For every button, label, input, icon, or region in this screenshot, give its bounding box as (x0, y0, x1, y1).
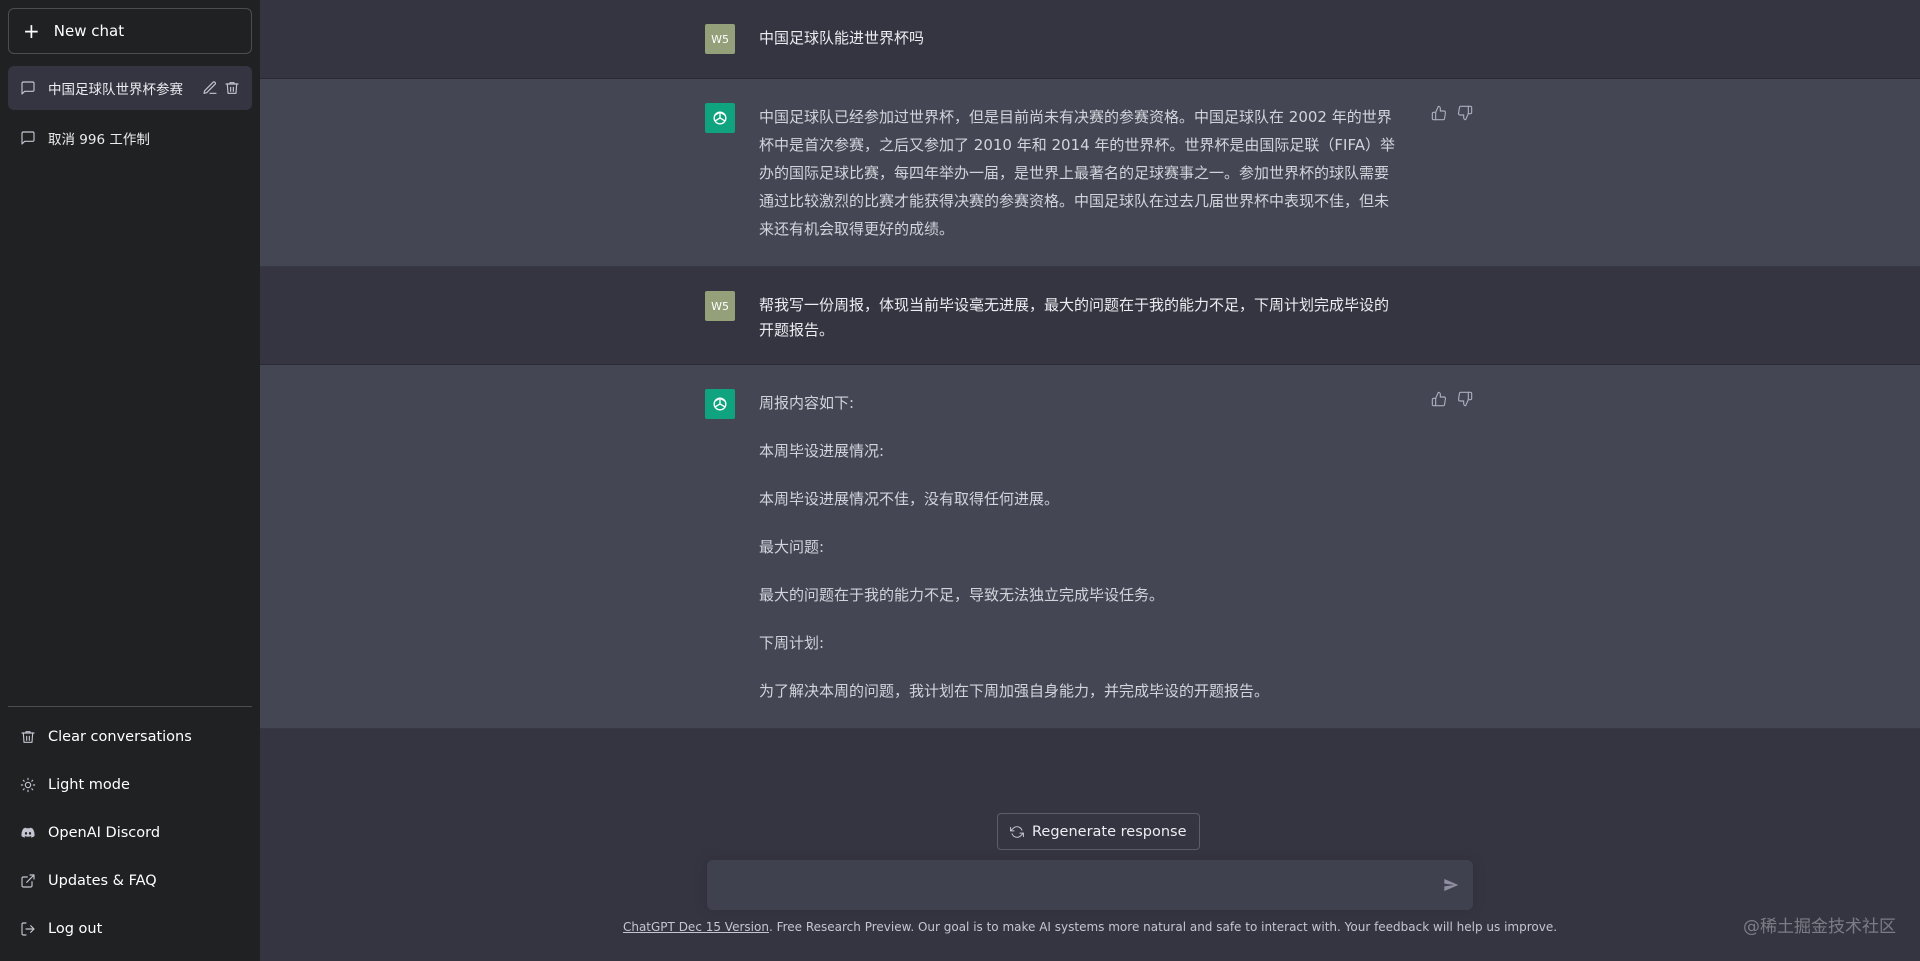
conversation-actions (202, 80, 240, 96)
conversation-item-active[interactable]: 中国足球队世界杯参赛 (8, 66, 252, 110)
paragraph: 周报内容如下: (759, 394, 855, 412)
thumbs-down-icon[interactable] (1457, 391, 1473, 407)
light-mode-label: Light mode (48, 777, 130, 793)
thumbs-down-icon[interactable] (1457, 105, 1473, 121)
message-input[interactable] (721, 873, 1443, 897)
user-message: W5 中国足球队能进世界杯吗 (260, 0, 1920, 79)
external-link-icon (20, 873, 36, 889)
clear-conversations-label: Clear conversations (48, 729, 192, 745)
chat-bubble-icon (20, 80, 36, 96)
feedback-buttons (1431, 105, 1473, 121)
sidebar-bottom-menu: Clear conversations Light mode OpenAI Di… (8, 706, 252, 953)
conversation-thread: W5 中国足球队能进世界杯吗 中国足球队已经参加过世界杯，但是目前尚未有决赛的参… (260, 0, 1920, 729)
clear-conversations-button[interactable]: Clear conversations (8, 713, 252, 761)
refresh-icon (1010, 825, 1024, 839)
message-text: 周报内容如下: 本周毕设进展情况: 本周毕设进展情况不佳，没有取得任何进展。 最… (759, 389, 1399, 705)
plus-icon: + (23, 19, 40, 43)
log-out-label: Log out (48, 921, 103, 937)
regenerate-response-button[interactable]: Regenerate response (997, 813, 1200, 850)
message-composer (707, 860, 1473, 910)
message-text: 中国足球队能进世界杯吗 (759, 29, 925, 47)
paragraph: 本周毕设进展情况不佳，没有取得任何进展。 (759, 490, 1060, 508)
footer-note-text: . Free Research Preview. Our goal is to … (768, 920, 1558, 934)
regenerate-label: Regenerate response (1032, 823, 1187, 840)
user-message: W5 帮我写一份周报，体现当前毕设毫无进展，最大的问题在于我的能力不足，下周计划… (260, 267, 1920, 365)
paragraph: 本周毕设进展情况: (759, 442, 885, 460)
conversation-label: 取消 996 工作制 (48, 132, 150, 148)
paragraph: 最大的问题在于我的能力不足，导致无法独立完成毕设任务。 (759, 586, 1165, 604)
message-text: 中国足球队已经参加过世界杯，但是目前尚未有决赛的参赛资格。中国足球队在 2002… (759, 108, 1395, 238)
version-link[interactable]: ChatGPT Dec 15 Version (623, 920, 769, 934)
new-chat-button[interactable]: + New chat (8, 8, 252, 54)
openai-discord-label: OpenAI Discord (48, 825, 161, 841)
openai-logo-icon (705, 389, 735, 419)
sidebar: + New chat 中国足球队世界杯参赛 取消 996 工作制 Clear c… (0, 0, 260, 961)
watermark: @稀土掘金技术社区 (1743, 917, 1896, 937)
thumbs-up-icon[interactable] (1431, 105, 1447, 121)
openai-logo-icon (705, 103, 735, 133)
send-icon[interactable] (1443, 877, 1459, 893)
thumbs-up-icon[interactable] (1431, 391, 1447, 407)
log-out-icon (20, 921, 36, 937)
feedback-buttons (1431, 391, 1473, 407)
updates-faq-label: Updates & FAQ (48, 873, 157, 889)
discord-icon (20, 825, 36, 841)
sun-icon (20, 777, 36, 793)
paragraph: 最大问题: (759, 538, 825, 556)
assistant-message: 周报内容如下: 本周毕设进展情况: 本周毕设进展情况不佳，没有取得任何进展。 最… (260, 365, 1920, 729)
light-mode-button[interactable]: Light mode (8, 761, 252, 809)
openai-discord-link[interactable]: OpenAI Discord (8, 809, 252, 857)
conversation-label: 中国足球队世界杯参赛 (48, 82, 183, 98)
conversation-list: 中国足球队世界杯参赛 取消 996 工作制 (8, 66, 252, 160)
chat-bubble-icon (20, 130, 36, 146)
footer-note: ChatGPT Dec 15 Version. Free Research Pr… (260, 920, 1920, 934)
trash-icon (20, 729, 36, 745)
log-out-button[interactable]: Log out (8, 905, 252, 953)
new-chat-label: New chat (53, 22, 125, 40)
assistant-message: 中国足球队已经参加过世界杯，但是目前尚未有决赛的参赛资格。中国足球队在 2002… (260, 79, 1920, 267)
paragraph: 下周计划: (759, 634, 825, 652)
user-avatar: W5 (705, 291, 735, 321)
trash-icon[interactable] (224, 80, 240, 96)
user-avatar: W5 (705, 24, 735, 54)
updates-faq-link[interactable]: Updates & FAQ (8, 857, 252, 905)
message-text: 帮我写一份周报，体现当前毕设毫无进展，最大的问题在于我的能力不足，下周计划完成毕… (759, 296, 1390, 339)
edit-icon[interactable] (202, 80, 218, 96)
chat-main: W5 中国足球队能进世界杯吗 中国足球队已经参加过世界杯，但是目前尚未有决赛的参… (260, 0, 1920, 961)
conversation-item[interactable]: 取消 996 工作制 (8, 116, 252, 160)
paragraph: 为了解决本周的问题，我计划在下周加强自身能力，并完成毕设的开题报告。 (759, 682, 1270, 700)
